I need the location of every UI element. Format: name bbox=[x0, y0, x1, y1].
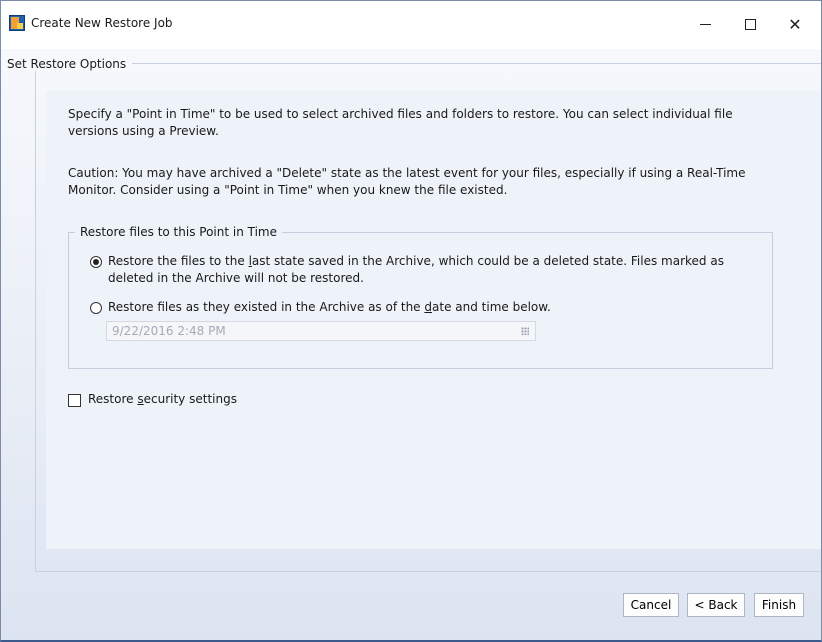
back-button[interactable]: < Back bbox=[687, 593, 745, 617]
caution-text: Caution: You may have archived a "Delete… bbox=[68, 166, 746, 197]
point-in-time-legend: Restore files to this Point in Time bbox=[75, 225, 282, 239]
restore-job-window: Create New Restore Job ✕ Set Restore Opt… bbox=[0, 0, 822, 642]
close-button[interactable]: ✕ bbox=[775, 9, 815, 39]
app-icon bbox=[9, 15, 25, 31]
window-title: Create New Restore Job bbox=[31, 16, 173, 30]
restore-security-label[interactable]: Restore security settings bbox=[88, 392, 237, 406]
maximize-icon bbox=[744, 18, 756, 30]
date-time-value: 9/22/2016 2:48 PM bbox=[112, 324, 226, 338]
radio-date-time-label[interactable]: Restore files as they existed in the Arc… bbox=[108, 299, 758, 316]
maximize-button[interactable] bbox=[730, 9, 770, 39]
finish-button[interactable]: Finish bbox=[754, 593, 804, 617]
dialog-content: Set Restore Options Specify a "Point in … bbox=[1, 49, 821, 640]
minimize-icon bbox=[699, 23, 711, 25]
intro-text: Specify a "Point in Time" to be used to … bbox=[68, 107, 733, 138]
restore-security-checkbox[interactable] bbox=[68, 394, 81, 407]
close-icon: ✕ bbox=[788, 14, 802, 34]
date-time-picker[interactable]: 9/22/2016 2:48 PM bbox=[106, 321, 536, 341]
title-bar[interactable]: Create New Restore Job ✕ bbox=[1, 1, 821, 49]
calendar-icon[interactable] bbox=[521, 327, 529, 335]
minimize-button[interactable] bbox=[685, 9, 725, 39]
radio-date-time[interactable] bbox=[90, 302, 102, 314]
set-restore-options-legend: Set Restore Options bbox=[1, 57, 133, 71]
cancel-button[interactable]: Cancel bbox=[623, 593, 679, 617]
radio-last-state-label[interactable]: Restore the files to the last state save… bbox=[108, 253, 758, 287]
radio-last-state[interactable] bbox=[90, 256, 102, 268]
